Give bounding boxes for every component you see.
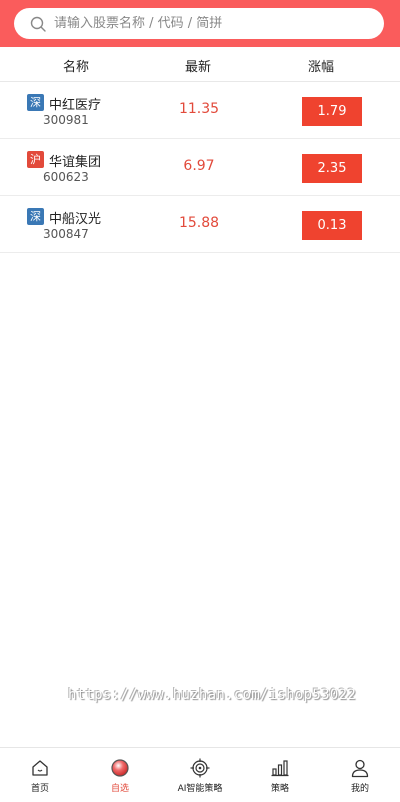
top-bar — [0, 0, 400, 47]
search-bar[interactable] — [14, 8, 384, 39]
stock-name: 华谊集团 — [49, 155, 102, 170]
tab-ai-strategy[interactable]: AI智能策略 — [160, 748, 240, 802]
column-header-price[interactable]: 最新 — [148, 56, 248, 75]
change-badge[interactable]: 0.13 — [302, 211, 362, 240]
stock-price: 6.97 — [183, 158, 215, 174]
market-badge-shenzhen: 深 — [27, 94, 44, 111]
tab-strategy[interactable]: 策略 — [240, 748, 320, 802]
table-header: 名称 最新 涨幅 — [0, 47, 400, 82]
market-badge-shanghai: 沪 — [27, 151, 44, 168]
table-row[interactable]: 深 中红医疗 300981 11.35 1.79 — [0, 82, 400, 139]
change-badge[interactable]: 1.79 — [302, 97, 362, 126]
tab-home[interactable]: 首页 — [0, 748, 80, 802]
tab-mine[interactable]: 我的 — [320, 748, 400, 802]
market-badge-shenzhen: 深 — [27, 208, 44, 225]
tab-watchlist[interactable]: 自选 — [80, 748, 160, 802]
tab-label: AI智能策略 — [177, 784, 223, 794]
watermark-text: https://www.huzhan.com/ishop53022 — [68, 687, 357, 703]
tab-label: 策略 — [270, 784, 289, 794]
stock-name: 中船汉光 — [49, 212, 102, 227]
column-header-change[interactable]: 涨幅 — [271, 56, 371, 75]
chart-bars-icon — [271, 760, 289, 777]
stock-code: 300847 — [43, 227, 89, 241]
change-badge[interactable]: 2.35 — [302, 154, 362, 183]
tab-label: 自选 — [110, 784, 129, 794]
stock-price: 15.88 — [178, 215, 220, 231]
table-row[interactable]: 沪 华谊集团 600623 6.97 2.35 — [0, 139, 400, 196]
bottom-tab-bar: 首页 自选 AI智能策略 策略 我的 — [0, 747, 400, 802]
user-icon — [351, 759, 369, 778]
stock-name: 中红医疗 — [49, 98, 102, 113]
stock-price: 11.35 — [178, 101, 220, 117]
search-input[interactable] — [54, 16, 354, 31]
stock-code: 300981 — [43, 113, 89, 127]
stock-code: 600623 — [43, 170, 89, 184]
table-row[interactable]: 深 中船汉光 300847 15.88 0.13 — [0, 196, 400, 253]
watchlist-icon — [111, 759, 129, 777]
watchlist: 深 中红医疗 300981 11.35 1.79 沪 华谊集团 600623 6… — [0, 82, 400, 253]
column-header-name[interactable]: 名称 — [26, 56, 126, 75]
target-icon — [190, 758, 210, 778]
search-icon — [30, 16, 46, 32]
tab-label: 首页 — [30, 784, 49, 794]
home-icon — [32, 760, 48, 776]
tab-label: 我的 — [350, 784, 369, 794]
